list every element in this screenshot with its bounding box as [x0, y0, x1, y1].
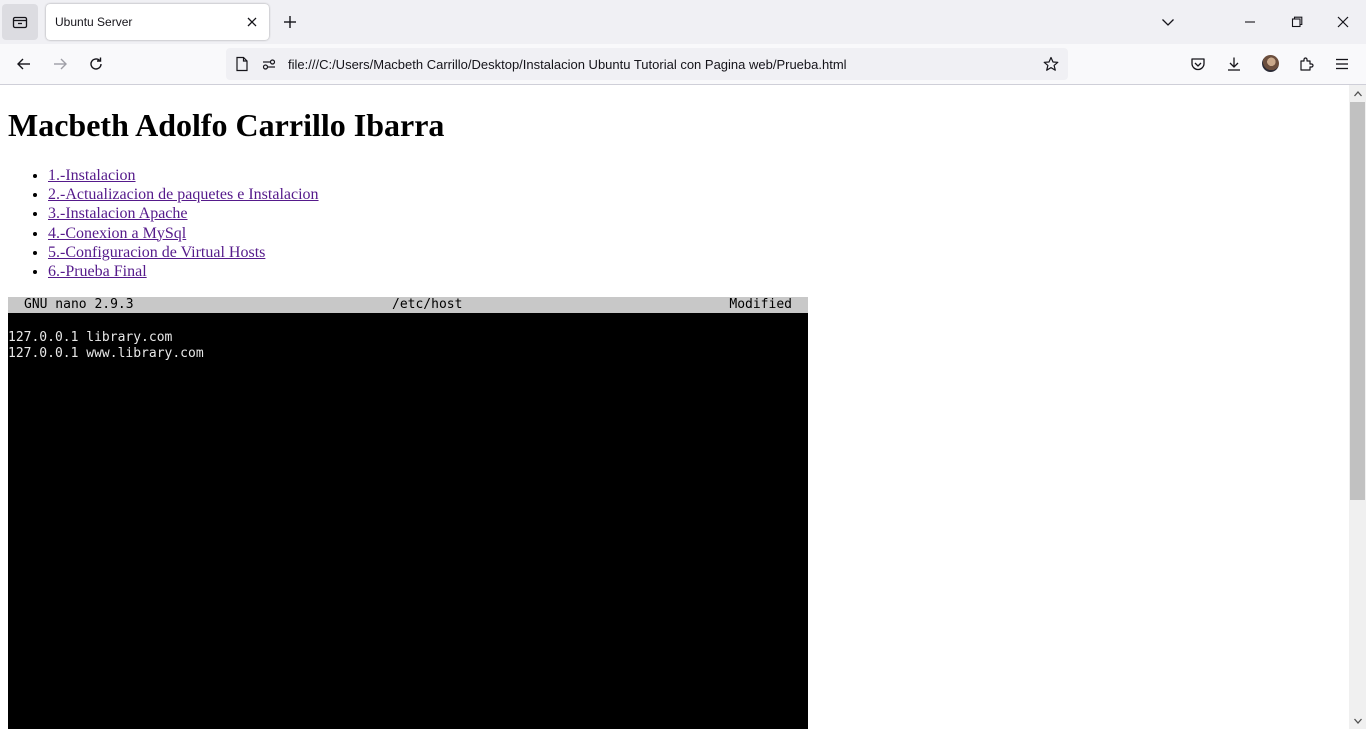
toc-item: 1.-Instalacion — [48, 166, 319, 185]
star-icon[interactable] — [1042, 55, 1060, 73]
downloads-button[interactable] — [1220, 50, 1248, 78]
close-icon — [247, 17, 257, 27]
app-menu-button[interactable] — [1328, 50, 1356, 78]
tab-ubuntu-server[interactable]: Ubuntu Server — [46, 4, 269, 40]
nano-title-bar: GNU nano 2.9.3 /etc/host Modified — [8, 297, 808, 313]
forward-arrow-icon — [54, 58, 67, 70]
toc-link-virtual-hosts[interactable]: 5.-Configuracion de Virtual Hosts — [48, 244, 265, 261]
page-icon[interactable] — [233, 55, 251, 73]
avatar-icon[interactable] — [1262, 55, 1279, 72]
permissions-icon[interactable] — [260, 55, 278, 73]
vertical-scrollbar[interactable] — [1349, 85, 1366, 729]
page-title: Macbeth Adolfo Carrillo Ibarra — [8, 107, 445, 143]
tab-list-icon — [12, 16, 28, 29]
scroll-down-button[interactable] — [1349, 712, 1366, 729]
new-tab-button[interactable] — [278, 10, 302, 34]
tab-list-button[interactable] — [2, 4, 38, 40]
terminal-line: 127.0.0.1 library.com — [8, 330, 173, 345]
nano-version: GNU nano 2.9.3 — [24, 297, 134, 312]
close-tab-button[interactable] — [243, 13, 261, 31]
toc-item: 6.-Prueba Final — [48, 262, 319, 281]
extensions-button[interactable] — [1292, 50, 1320, 78]
list-all-tabs-button[interactable] — [1152, 6, 1184, 38]
toc-link-prueba-final[interactable]: 6.-Prueba Final — [48, 263, 147, 280]
pocket-button[interactable] — [1184, 50, 1212, 78]
back-arrow-icon — [17, 58, 30, 70]
toc-link-apache[interactable]: 3.-Instalacion Apache — [48, 205, 188, 222]
close-window-button[interactable] — [1327, 6, 1359, 38]
close-icon — [1337, 16, 1349, 28]
navigation-toolbar: file:///C:/Users/Macbeth Carrillo/Deskto… — [0, 44, 1366, 85]
url-text[interactable]: file:///C:/Users/Macbeth Carrillo/Deskto… — [288, 57, 847, 72]
toc-item: 3.-Instalacion Apache — [48, 204, 319, 223]
toc-item: 5.-Configuracion de Virtual Hosts — [48, 243, 319, 262]
toc-link-mysql[interactable]: 4.-Conexion a MySql — [48, 225, 186, 242]
plus-icon — [284, 16, 296, 28]
terminal-screenshot: GNU nano 2.9.3 /etc/host Modified 127.0.… — [8, 297, 808, 729]
chevron-down-icon — [1162, 19, 1174, 26]
chevron-up-icon — [1353, 90, 1362, 96]
page-content: Macbeth Adolfo Carrillo Ibarra 1.-Instal… — [0, 85, 1349, 729]
url-bar[interactable]: file:///C:/Users/Macbeth Carrillo/Deskto… — [226, 48, 1068, 80]
download-icon — [1228, 57, 1240, 71]
restore-icon — [1291, 16, 1303, 28]
toc-item: 4.-Conexion a MySql — [48, 224, 319, 243]
table-of-contents: 1.-Instalacion 2.-Actualizacion de paque… — [48, 166, 319, 281]
toc-link-actualizacion[interactable]: 2.-Actualizacion de paquetes e Instalaci… — [48, 186, 319, 203]
restore-button[interactable] — [1281, 6, 1313, 38]
nano-status: Modified — [729, 297, 792, 312]
toc-item: 2.-Actualizacion de paquetes e Instalaci… — [48, 185, 319, 204]
toc-link-instalacion[interactable]: 1.-Instalacion — [48, 167, 136, 184]
tab-title: Ubuntu Server — [55, 15, 133, 29]
back-button[interactable] — [10, 50, 38, 78]
forward-button[interactable] — [46, 50, 74, 78]
reload-button[interactable] — [82, 50, 110, 78]
terminal-line: 127.0.0.1 www.library.com — [8, 346, 204, 361]
nano-filename: /etc/host — [392, 297, 463, 312]
hamburger-icon — [1336, 58, 1348, 70]
reload-icon — [90, 57, 102, 70]
minimize-icon — [1245, 21, 1255, 23]
minimize-button[interactable] — [1234, 6, 1266, 38]
chevron-down-icon — [1353, 718, 1362, 724]
scroll-thumb[interactable] — [1350, 102, 1365, 500]
puzzle-icon — [1300, 57, 1314, 71]
pocket-icon — [1191, 58, 1205, 71]
scroll-up-button[interactable] — [1349, 85, 1366, 102]
tab-strip: Ubuntu Server — [0, 0, 1366, 44]
